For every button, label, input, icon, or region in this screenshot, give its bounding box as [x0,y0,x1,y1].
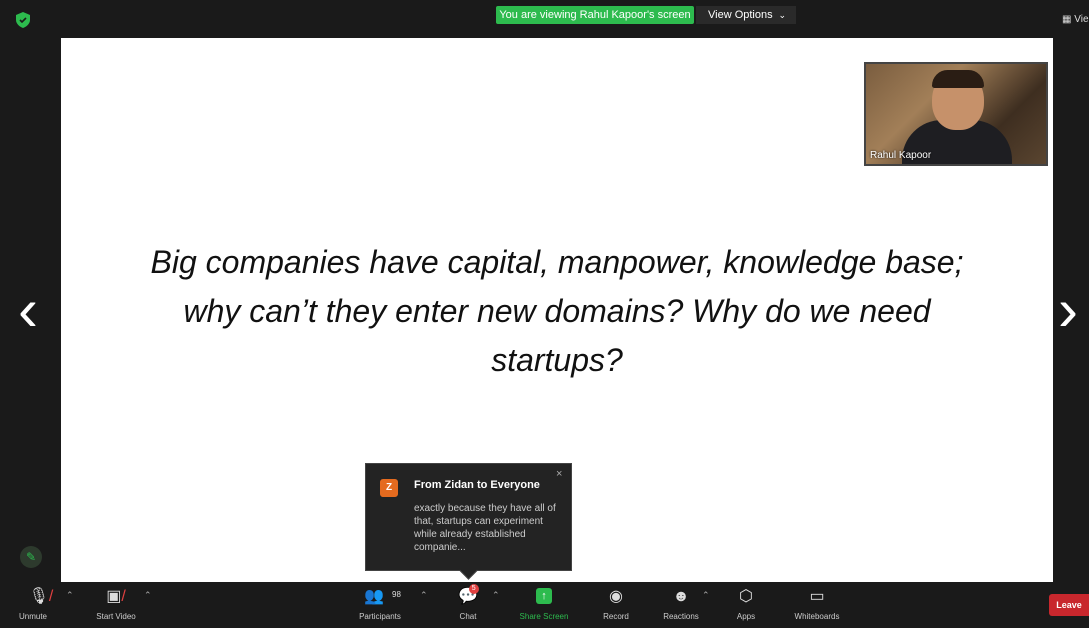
close-icon[interactable]: × [556,468,562,480]
participants-button[interactable]: 👥 98 ⌃ Participants [350,582,427,628]
apps-button[interactable]: ⬡ Apps [726,582,766,628]
video-hair [932,70,984,88]
next-page-arrow-icon[interactable]: › [1058,280,1078,340]
unmute-label: Unmute [18,612,47,621]
slide-line: why can’t they enter new domains? Why do… [183,293,931,329]
unmute-button[interactable]: 🎙/ ⌃ Unmute [14,582,74,628]
share-screen-icon: ↑ [536,588,552,604]
record-button[interactable]: ◉ Record [596,582,636,628]
chevron-up-icon[interactable]: ⌃ [144,590,152,601]
participant-video-tile[interactable]: Rahul Kapoor [864,62,1048,166]
chevron-up-icon[interactable]: ⌃ [492,590,500,601]
viewing-screen-banner: You are viewing Rahul Kapoor's screen [496,6,694,24]
chevron-up-icon[interactable]: ⌃ [420,590,428,601]
share-screen-label: Share Screen [519,612,569,621]
reactions-label: Reactions [663,612,699,621]
record-label: Record [603,612,629,621]
microphone-muted-icon: 🎙/ [28,588,54,605]
apps-icon: ⬡ [739,588,753,605]
chat-label: Chat [459,612,477,621]
view-options-label: View Options [708,9,773,21]
chat-message: exactly because they have all of that, s… [414,503,556,553]
meeting-toolbar: 🎙/ ⌃ Unmute ▣/ ⌃ Start Video 👥 98 ⌃ Part… [0,582,1089,628]
leave-button[interactable]: Leave [1049,594,1089,616]
whiteboards-button[interactable]: ▭ Whiteboards [786,582,848,628]
view-button-label: Vie [1074,14,1089,25]
video-off-icon: ▣/ [106,588,126,605]
view-options-button[interactable]: View Options ⌄ [696,6,796,24]
reactions-button[interactable]: ☻ ⌃ Reactions [656,582,709,628]
top-bar: You are viewing Rahul Kapoor's screen Vi… [0,0,1089,40]
participants-count: 98 [392,590,401,599]
participant-name: Rahul Kapoor [870,150,932,161]
view-button[interactable]: ▦ Vie [1062,14,1089,25]
slide-line: Big companies have capital, manpower, kn… [150,244,964,280]
apps-label: Apps [736,612,756,621]
participants-icon: 👥 [364,588,384,605]
start-video-button[interactable]: ▣/ ⌃ Start Video [86,582,151,628]
slide-text: Big companies have capital, manpower, kn… [61,238,1053,385]
chevron-down-icon: ⌄ [778,10,786,20]
smiley-icon: ☻ [672,588,690,605]
chat-sender: From Zidan to Everyone [414,479,540,491]
whiteboards-label: Whiteboards [794,612,840,621]
chat-unread-badge: 5 [468,584,479,594]
chevron-up-icon[interactable]: ⌃ [66,590,74,601]
grid-icon: ▦ [1062,14,1072,25]
start-video-label: Start Video [96,612,136,621]
record-icon: ◉ [609,588,623,605]
sender-avatar: Z [380,479,398,497]
annotate-pen-icon[interactable]: ✎ [20,546,42,568]
security-shield-icon[interactable] [16,12,30,28]
previous-page-arrow-icon[interactable]: ‹ [18,280,38,340]
participants-label: Participants [359,612,401,621]
chevron-up-icon[interactable]: ⌃ [702,590,710,601]
whiteboard-icon: ▭ [809,588,825,605]
share-screen-button[interactable]: ↑ Share Screen [514,582,574,628]
slide-line: startups? [491,342,623,378]
chat-button[interactable]: 💬 5 ⌃ Chat [450,582,500,628]
chat-notification[interactable]: Z From Zidan to Everyone exactly because… [365,463,572,580]
